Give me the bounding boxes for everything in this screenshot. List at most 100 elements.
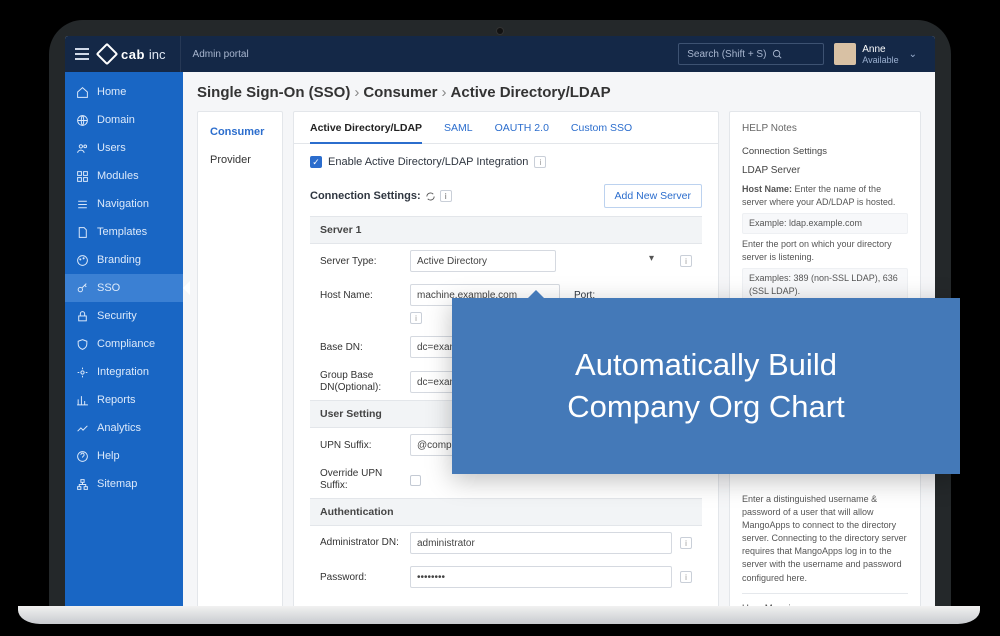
sidebar-item-compliance[interactable]: Compliance	[65, 330, 183, 358]
info-icon[interactable]: i	[680, 537, 692, 549]
tabs: Active Directory/LDAP SAML OAUTH 2.0 Cus…	[294, 112, 718, 144]
sidebar-item-label: Analytics	[97, 422, 141, 434]
sidebar-item-label: Home	[97, 86, 126, 98]
connection-settings-label: Connection Settings:	[310, 190, 421, 202]
help-title: HELP Notes	[742, 122, 908, 137]
shield-icon	[75, 337, 89, 351]
sidebar-item-templates[interactable]: Templates	[65, 218, 183, 246]
avatar	[834, 43, 856, 65]
sidebar-item-security[interactable]: Security	[65, 302, 183, 330]
search-placeholder: Search (Shift + S)	[687, 49, 766, 60]
portal-label: Admin portal	[193, 49, 249, 60]
help-hostname: Host Name: Enter the name of the server …	[742, 183, 908, 209]
info-icon[interactable]: i	[680, 255, 692, 267]
auth-header: Authentication	[310, 498, 702, 526]
breadcrumb-a[interactable]: Single Sign-On (SSO)	[197, 84, 350, 101]
subnav-consumer[interactable]: Consumer	[198, 118, 282, 146]
sub-nav-panel: Consumer Provider	[197, 111, 283, 612]
sidebar-item-sso[interactable]: SSO	[65, 274, 183, 302]
password-label: Password:	[320, 572, 402, 583]
help-port-text: Enter the port on which your directory s…	[742, 238, 908, 264]
breadcrumb: Single Sign-On (SSO)›Consumer›Active Dir…	[197, 84, 921, 101]
breadcrumb-b[interactable]: Consumer	[363, 84, 437, 101]
list-icon	[75, 197, 89, 211]
sidebar-item-label: Help	[97, 450, 120, 462]
user-name: Anne	[862, 44, 898, 55]
tab-saml[interactable]: SAML	[444, 112, 473, 143]
sidebar-item-label: Sitemap	[97, 478, 137, 490]
globe-icon	[75, 113, 89, 127]
chart-icon	[75, 393, 89, 407]
server-type-label: Server Type:	[320, 256, 402, 267]
help-example-host: Example: ldap.example.com	[742, 213, 908, 234]
enable-checkbox[interactable]: ✓	[310, 156, 322, 168]
help-conn-settings: Connection Settings	[742, 145, 908, 159]
sidebar-item-home[interactable]: Home	[65, 78, 183, 106]
tab-custom-sso[interactable]: Custom SSO	[571, 112, 632, 143]
sidebar-item-reports[interactable]: Reports	[65, 386, 183, 414]
add-server-button[interactable]: Add New Server	[604, 184, 702, 208]
sidebar-item-label: Navigation	[97, 198, 149, 210]
server-type-select[interactable]	[410, 250, 556, 272]
host-name-label: Host Name:	[320, 290, 402, 301]
user-status: Available	[862, 55, 898, 65]
laptop-base	[18, 606, 980, 624]
enable-label: Enable Active Directory/LDAP Integration	[328, 156, 528, 168]
override-upn-checkbox[interactable]	[410, 475, 421, 486]
sidebar-item-label: Domain	[97, 114, 135, 126]
help-admin-text: Enter a distinguished username & passwor…	[742, 493, 908, 584]
info-icon[interactable]: i	[410, 312, 422, 324]
logo-mark-icon	[96, 43, 119, 66]
refresh-icon[interactable]	[425, 191, 436, 202]
upn-suffix-label: UPN Suffix:	[320, 440, 402, 451]
sidebar: Home Domain Users Modules Navigation Tem…	[65, 72, 183, 612]
breadcrumb-c: Active Directory/LDAP	[451, 84, 611, 101]
info-icon[interactable]: i	[440, 190, 452, 202]
menu-icon[interactable]	[65, 36, 99, 72]
sidebar-item-label: Integration	[97, 366, 149, 378]
sidebar-item-label: Templates	[97, 226, 147, 238]
key-icon	[75, 281, 89, 295]
sidebar-item-label: Users	[97, 142, 126, 154]
palette-icon	[75, 253, 89, 267]
sidebar-item-branding[interactable]: Branding	[65, 246, 183, 274]
sidebar-item-label: Compliance	[97, 338, 155, 350]
tab-oauth[interactable]: OAUTH 2.0	[495, 112, 549, 143]
brand-main: cab	[121, 47, 145, 62]
sidebar-item-label: Reports	[97, 394, 136, 406]
sidebar-item-label: Modules	[97, 170, 139, 182]
subnav-provider[interactable]: Provider	[198, 146, 282, 174]
plug-icon	[75, 365, 89, 379]
password-input[interactable]	[410, 566, 672, 588]
sidebar-item-analytics[interactable]: Analytics	[65, 414, 183, 442]
lock-icon	[75, 309, 89, 323]
user-menu[interactable]: Anne Available ⌄	[834, 43, 935, 65]
chevron-down-icon: ⌄	[909, 49, 917, 60]
tab-ad-ldap[interactable]: Active Directory/LDAP	[310, 112, 422, 144]
sitemap-icon	[75, 477, 89, 491]
info-icon[interactable]: i	[534, 156, 546, 168]
server-header: Server 1	[310, 216, 702, 244]
sidebar-item-sitemap[interactable]: Sitemap	[65, 470, 183, 498]
search-input[interactable]: Search (Shift + S)	[678, 43, 824, 65]
marketing-callout: Automatically Build Company Org Chart	[452, 298, 960, 474]
sidebar-item-help[interactable]: Help	[65, 442, 183, 470]
info-icon[interactable]: i	[680, 571, 692, 583]
trend-icon	[75, 421, 89, 435]
help-example-ports: Examples: 389 (non-SSL LDAP), 636 (SSL L…	[742, 268, 908, 302]
callout-line1: Automatically Build	[575, 344, 837, 386]
users-icon	[75, 141, 89, 155]
help-ldap-server: LDAP Server	[742, 164, 908, 179]
callout-line2: Company Org Chart	[567, 386, 844, 428]
sidebar-item-domain[interactable]: Domain	[65, 106, 183, 134]
sidebar-item-navigation[interactable]: Navigation	[65, 190, 183, 218]
group-base-dn-label: Group Base DN(Optional):	[320, 370, 402, 394]
topbar: cabinc Admin portal Search (Shift + S) A…	[65, 36, 935, 72]
grid-icon	[75, 169, 89, 183]
sidebar-item-users[interactable]: Users	[65, 134, 183, 162]
admin-dn-input[interactable]	[410, 532, 672, 554]
sidebar-item-modules[interactable]: Modules	[65, 162, 183, 190]
sidebar-item-integration[interactable]: Integration	[65, 358, 183, 386]
sidebar-item-label: SSO	[97, 282, 120, 294]
brand-logo[interactable]: cabinc	[99, 36, 181, 72]
